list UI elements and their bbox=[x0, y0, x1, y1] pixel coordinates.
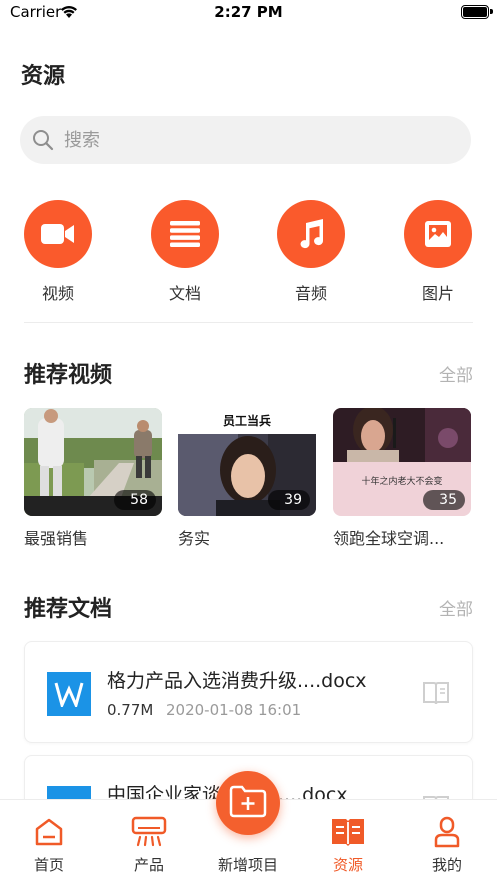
air-conditioner-icon bbox=[109, 812, 189, 852]
video-camera-icon bbox=[24, 200, 92, 268]
category-video[interactable]: 视频 bbox=[18, 200, 98, 304]
open-book-icon bbox=[308, 812, 388, 852]
videos-section-title: 推荐视频 bbox=[24, 363, 113, 388]
search-input[interactable] bbox=[64, 124, 444, 156]
add-folder-icon bbox=[229, 784, 267, 822]
tab-label: 首页 bbox=[33, 856, 64, 874]
category-row: 视频 文档 音频 图片 bbox=[0, 200, 497, 310]
category-label: 音频 bbox=[294, 284, 327, 303]
video-caption: 十年之内老大不会变 bbox=[361, 477, 443, 487]
tab-label: 我的 bbox=[431, 856, 462, 874]
divider bbox=[24, 322, 473, 323]
view-count-badge: 35 bbox=[423, 490, 465, 510]
video-thumbnail: 员工当兵 39 bbox=[178, 408, 316, 516]
search-bar[interactable] bbox=[20, 116, 471, 164]
user-icon bbox=[407, 812, 487, 852]
tab-label: 产品 bbox=[133, 856, 164, 874]
music-note-icon bbox=[277, 200, 345, 268]
page-title: 资源 bbox=[21, 64, 66, 89]
home-icon bbox=[9, 812, 89, 852]
status-bar: Carrier 2:27 PM bbox=[0, 0, 497, 26]
list-icon bbox=[151, 200, 219, 268]
open-book-icon[interactable] bbox=[422, 680, 450, 710]
video-thumbnail: 58 bbox=[24, 408, 162, 516]
docs-section-title: 推荐文档 bbox=[24, 597, 113, 622]
clock: 2:27 PM bbox=[214, 3, 283, 21]
search-icon bbox=[32, 129, 54, 155]
category-document[interactable]: 文档 bbox=[145, 200, 225, 304]
word-file-icon bbox=[47, 672, 91, 716]
view-count-badge: 58 bbox=[114, 490, 156, 510]
video-caption: 员工当兵 bbox=[222, 414, 271, 428]
document-date: 2020-01-08 16:01 bbox=[166, 701, 302, 719]
category-label: 视频 bbox=[41, 284, 74, 303]
docs-more-link[interactable]: 全部 bbox=[439, 595, 473, 620]
video-card[interactable]: 员工当兵 39 务实 bbox=[178, 408, 316, 549]
document-card[interactable]: 格力产品入选消费升级....docx 0.77M 2020-01-08 16:0… bbox=[24, 641, 473, 743]
tab-resources[interactable]: 资源 bbox=[308, 800, 388, 875]
video-title: 领跑全球空调... bbox=[333, 529, 445, 548]
video-title: 务实 bbox=[178, 529, 211, 548]
video-title: 最强销售 bbox=[24, 529, 89, 548]
document-size: 0.77M bbox=[107, 701, 154, 719]
view-count-badge: 39 bbox=[268, 490, 310, 510]
battery-icon bbox=[461, 5, 493, 19]
category-label: 图片 bbox=[421, 284, 454, 303]
tab-me[interactable]: 我的 bbox=[407, 800, 487, 875]
category-audio[interactable]: 音频 bbox=[271, 200, 351, 304]
image-icon bbox=[404, 200, 472, 268]
tab-label: 新增项目 bbox=[217, 856, 278, 874]
video-thumbnail: 十年之内老大不会变 35 bbox=[333, 408, 471, 516]
video-card[interactable]: 58 最强销售 bbox=[24, 408, 162, 549]
tab-home[interactable]: 首页 bbox=[9, 800, 89, 875]
document-name: 格力产品入选消费升级....docx bbox=[107, 670, 367, 692]
tab-products[interactable]: 产品 bbox=[109, 800, 189, 875]
new-project-button[interactable] bbox=[216, 771, 280, 835]
videos-more-link[interactable]: 全部 bbox=[439, 361, 473, 386]
category-label: 文档 bbox=[168, 284, 201, 303]
tab-label: 资源 bbox=[332, 856, 363, 874]
video-card[interactable]: 十年之内老大不会变 35 领跑全球空调... bbox=[333, 408, 471, 549]
category-image[interactable]: 图片 bbox=[398, 200, 478, 304]
